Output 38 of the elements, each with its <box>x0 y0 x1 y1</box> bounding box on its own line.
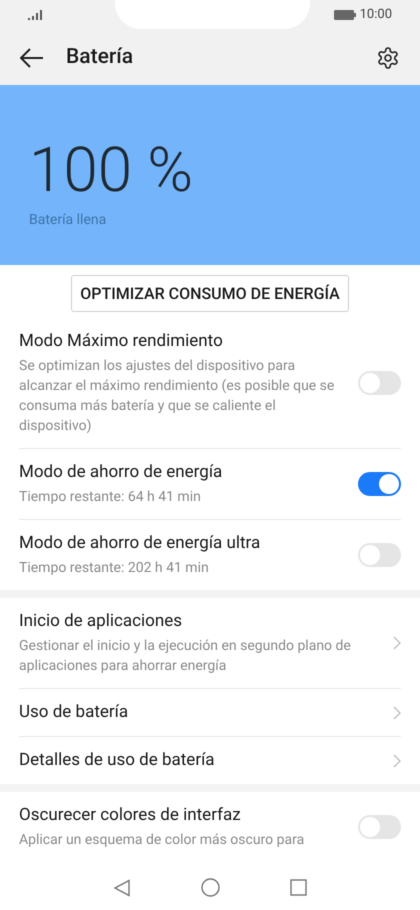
page-title: Batería <box>66 44 134 71</box>
toggle-switch[interactable] <box>358 472 401 496</box>
battery-icon <box>334 10 356 20</box>
row-description: Aplicar un esquema de color más oscuro para <box>19 831 306 850</box>
row-title: Oscurecer colores de interfaz <box>19 804 242 827</box>
toggle-switch[interactable] <box>358 543 401 567</box>
optimize-button[interactable]: OPTIMIZAR CONSUMO DE ENERGÍA <box>71 275 349 312</box>
settings-row[interactable]: Modo de ahorro de energía Tiempo restante: 64 h 41 min <box>19 449 401 520</box>
home-icon[interactable] <box>201 878 220 897</box>
row-title: Inicio de aplicaciones <box>19 610 184 633</box>
row-title: Modo de ahorro de energía <box>19 461 224 484</box>
toggle-switch[interactable] <box>358 371 401 395</box>
row-description: Gestionar el inicio y la ejecución en segundo plano de aplicaciones para ahorrar energía <box>19 637 352 676</box>
recent-apps-icon[interactable] <box>290 879 307 896</box>
chevron-right-icon <box>393 706 401 720</box>
settings-row[interactable]: Inicio de aplicaciones Gestionar el inicio y la ejecución en segundo plano de aplicaciones para ahorrar energía <box>19 598 401 689</box>
battery-percent: 100 % <box>29 140 194 202</box>
back-icon[interactable] <box>113 878 131 896</box>
settings-row[interactable]: Uso de batería <box>19 689 401 737</box>
row-description: Se optimizan los ajustes del dispositivo para alcanzar el máximo rendimiento (es posible que se consuma más batería y que se caliente el dispositivo) <box>19 357 336 436</box>
row-title: Modo Máximo rendimiento <box>19 330 224 353</box>
battery-status: Batería llena <box>29 210 108 230</box>
settings-row[interactable]: Oscurecer colores de interfaz Aplicar un esquema de color más oscuro para <box>19 792 401 862</box>
toggle-switch[interactable] <box>358 815 401 839</box>
settings-icon[interactable] <box>376 46 400 70</box>
clock-text: 10:00 <box>360 6 392 24</box>
chevron-right-icon <box>393 636 401 650</box>
settings-row[interactable]: Modo Máximo rendimiento Se optimizan los ajustes del dispositivo para alcanzar el máximo rendimiento (es posible que se consuma más batería y que se caliente el dispositivo) <box>19 318 401 449</box>
row-description: Tiempo restante: 64 h 41 min <box>19 488 202 507</box>
row-title: Uso de batería <box>19 701 130 724</box>
back-arrow-icon[interactable] <box>20 48 44 68</box>
row-description: Tiempo restante: 202 h 41 min <box>19 559 210 578</box>
settings-row[interactable]: Modo de ahorro de energía ultra Tiempo restante: 202 h 41 min <box>19 520 401 590</box>
settings-row[interactable]: Detalles de uso de batería <box>19 737 401 784</box>
row-title: Modo de ahorro de energía ultra <box>19 532 262 555</box>
chevron-right-icon <box>393 754 401 768</box>
row-title: Detalles de uso de batería <box>19 749 216 772</box>
signal-icon <box>28 10 42 20</box>
